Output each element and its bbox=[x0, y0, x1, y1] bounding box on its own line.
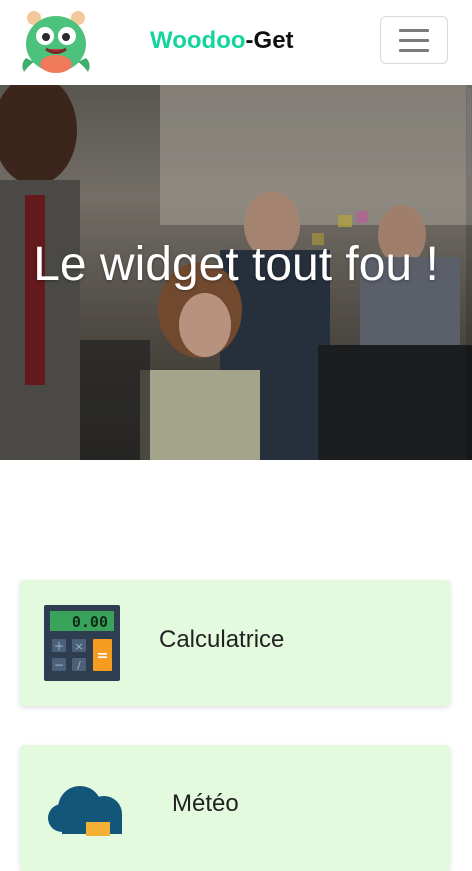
brand-name[interactable]: Woodoo-Get bbox=[150, 27, 294, 55]
brand-accent-text: Woodoo bbox=[150, 27, 246, 54]
calculator-icon: 0.00 + × − / = bbox=[44, 605, 120, 681]
widget-card-calculator[interactable]: 0.00 + × − / = Calculatrice bbox=[20, 580, 450, 706]
green-monster-logo-icon[interactable] bbox=[18, 6, 94, 78]
svg-text:/: / bbox=[77, 659, 81, 672]
calculator-display: 0.00 bbox=[72, 613, 108, 631]
menu-toggle-button[interactable] bbox=[380, 16, 448, 64]
svg-text:=: = bbox=[97, 648, 109, 664]
page-scrollbar-thumb[interactable] bbox=[467, 88, 471, 178]
widget-label-calculator: Calculatrice bbox=[159, 626, 285, 653]
widget-label-weather: Météo bbox=[172, 790, 239, 817]
hero-title: Le widget tout fou ! bbox=[33, 238, 439, 291]
hamburger-icon bbox=[399, 28, 429, 32]
brand-rest-text: -Get bbox=[245, 27, 294, 54]
navbar: Woodoo-Get bbox=[0, 0, 472, 85]
widget-card-weather[interactable]: Météo bbox=[20, 745, 450, 871]
svg-text:−: − bbox=[54, 658, 64, 672]
hero-banner: Le widget tout fou ! bbox=[0, 85, 472, 460]
hamburger-icon-line bbox=[399, 48, 429, 52]
svg-text:×: × bbox=[74, 640, 83, 653]
svg-text:+: + bbox=[54, 639, 64, 653]
weather-icon bbox=[44, 770, 122, 846]
hamburger-icon-line bbox=[399, 38, 429, 42]
